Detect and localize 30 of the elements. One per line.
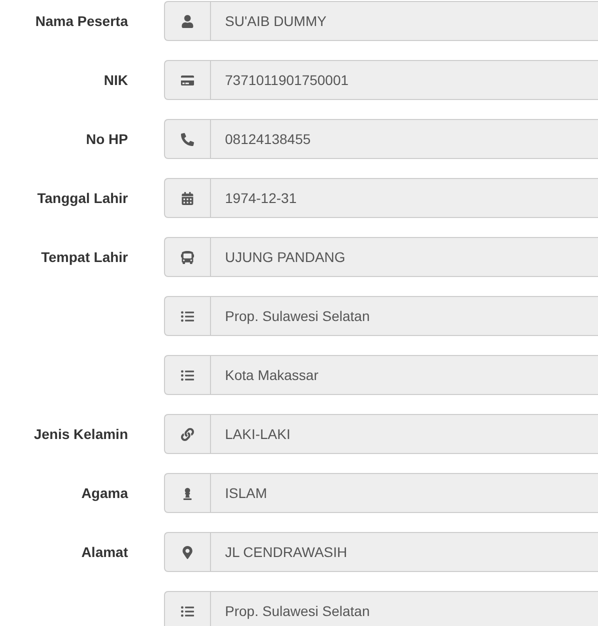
link-icon [181,428,194,440]
field-label: No HP [86,131,128,147]
field-label: Tanggal Lahir [37,190,128,206]
text-field[interactable]: Kota Makassar [210,355,598,395]
map-marker-icon [181,546,194,558]
text-field[interactable]: SU'AIB DUMMY [210,1,598,41]
user-icon [181,14,194,28]
field-label: NIK [104,72,128,88]
field-label: Tempat Lahir [41,249,128,265]
phone-icon [181,132,194,146]
text-field[interactable]: UJUNG PANDANG [210,237,598,277]
text-field[interactable]: LAKI-LAKI [210,414,598,454]
text-field[interactable]: 7371011901750001 [210,60,598,100]
list-icon [181,368,194,382]
card-icon [181,74,194,86]
text-field[interactable]: 08124138455 [210,119,598,159]
text-field[interactable]: Prop. Sulawesi Selatan [210,591,598,626]
list-icon [181,310,194,322]
list-icon [181,604,194,618]
calendar-icon [181,192,194,204]
field-label: Agama [81,485,128,501]
text-field[interactable]: Prop. Sulawesi Selatan [210,296,598,336]
text-field[interactable]: ISLAM [210,473,598,513]
pawn-icon [181,486,194,500]
text-field[interactable]: JL CENDRAWASIH [210,532,598,572]
bus-icon [181,250,194,264]
field-label: Jenis Kelamin [34,426,128,442]
field-label: Nama Peserta [35,13,128,29]
field-label: Alamat [81,544,128,560]
text-field[interactable]: 1974-12-31 [210,178,598,218]
